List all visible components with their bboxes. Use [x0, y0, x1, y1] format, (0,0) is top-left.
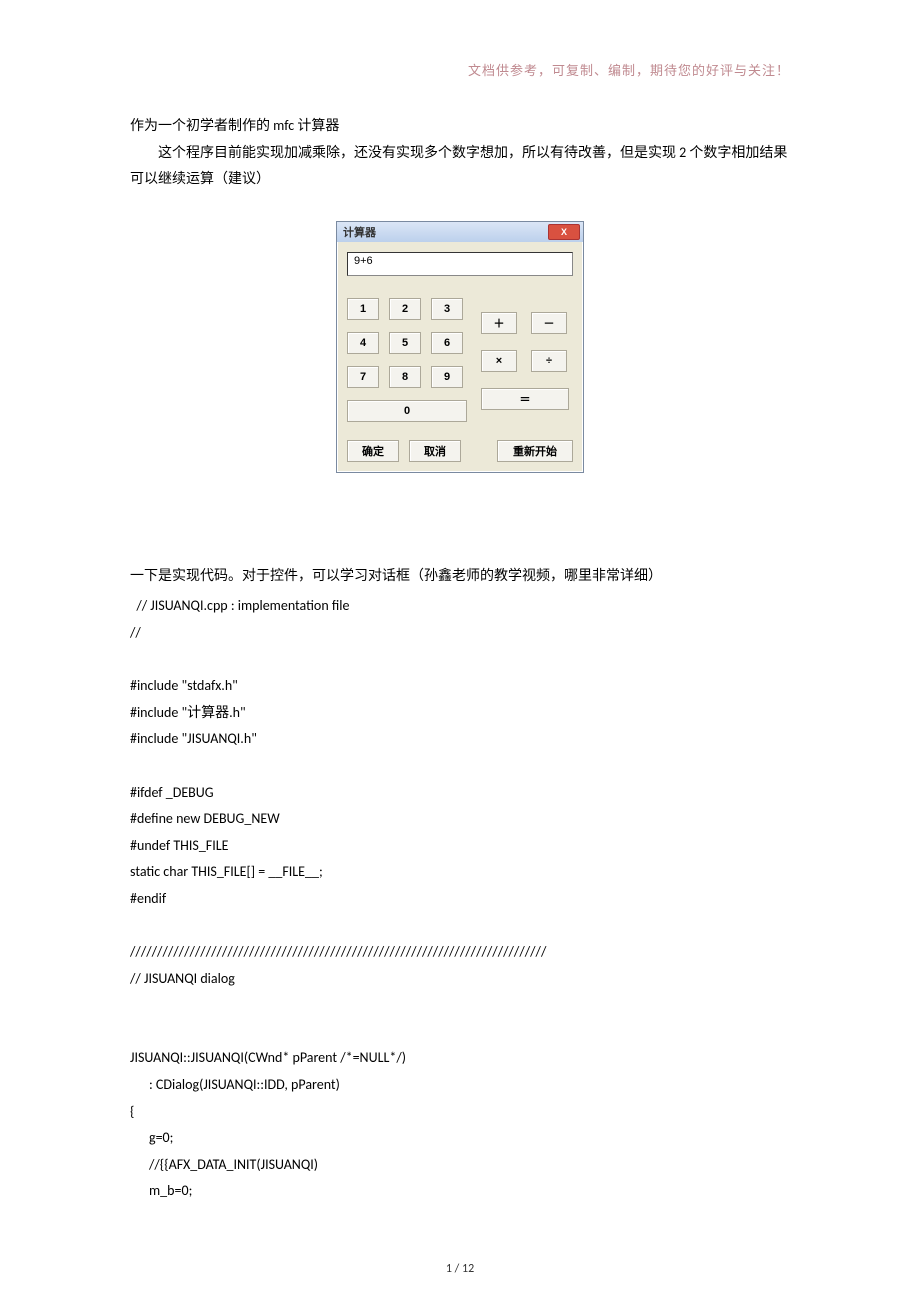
key-times[interactable]: × — [481, 350, 517, 372]
key-4[interactable]: 4 — [347, 332, 379, 354]
calculator-window: 计算器 X 9+6 1 2 3 4 5 6 7 8 9 0 — [336, 221, 584, 473]
key-5[interactable]: 5 — [389, 332, 421, 354]
key-2[interactable]: 2 — [389, 298, 421, 320]
intro-line-1: 作为一个初学者制作的 mfc 计算器 — [130, 113, 790, 140]
key-0[interactable]: 0 — [347, 400, 467, 422]
key-equals[interactable]: ＝ — [481, 388, 569, 410]
code-line: // JISUANQI dialog — [130, 970, 235, 987]
code-line: // — [130, 624, 141, 641]
code-line: #undef THIS_FILE — [130, 837, 228, 854]
code-line: static char THIS_FILE[] = __FILE__; — [130, 863, 323, 880]
code-line: ////////////////////////////////////////… — [130, 943, 546, 960]
close-icon[interactable]: X — [548, 224, 580, 240]
key-1[interactable]: 1 — [347, 298, 379, 320]
numpad: 1 2 3 4 5 6 7 8 9 0 — [347, 298, 463, 422]
code-line: //{{AFX_DATA_INIT(JISUANQI) — [130, 1156, 318, 1173]
code-line: JISUANQI::JISUANQI(CWnd* pParent /*=NULL… — [130, 1049, 406, 1066]
cancel-button[interactable]: 取消 — [409, 440, 461, 462]
key-8[interactable]: 8 — [389, 366, 421, 388]
code-line: #include "stdafx.h" — [130, 677, 238, 694]
key-plus[interactable]: ＋ — [481, 312, 517, 334]
code-line: #define new DEBUG_NEW — [130, 810, 280, 827]
code-line: g=0; — [130, 1129, 173, 1146]
code-line: // JISUANQI.cpp : implementation file — [130, 597, 349, 614]
header-note: 文档供参考，可复制、编制，期待您的好评与关注！ — [130, 60, 790, 79]
paragraph-code-intro: 一下是实现代码。对于控件，可以学习对话框（孙鑫老师的教学视频，哪里非常详细） — [130, 563, 790, 590]
key-9[interactable]: 9 — [431, 366, 463, 388]
ok-button[interactable]: 确定 — [347, 440, 399, 462]
restart-button[interactable]: 重新开始 — [497, 440, 573, 462]
intro-line-2: 这个程序目前能实现加减乘除，还没有实现多个数字想加，所以有待改善，但是实现 2 … — [130, 140, 790, 193]
key-7[interactable]: 7 — [347, 366, 379, 388]
code-line: m_b=0; — [130, 1182, 192, 1199]
code-line: #include "JISUANQI.h" — [130, 730, 257, 747]
calculator-screenshot: 计算器 X 9+6 1 2 3 4 5 6 7 8 9 0 — [130, 221, 790, 473]
key-minus[interactable]: － — [531, 312, 567, 334]
titlebar: 计算器 X — [337, 222, 583, 242]
code-block: // JISUANQI.cpp : implementation file //… — [130, 593, 790, 1205]
code-line: { — [130, 1103, 134, 1120]
key-6[interactable]: 6 — [431, 332, 463, 354]
code-line: #ifdef _DEBUG — [130, 784, 214, 801]
page-number: 1 / 12 — [0, 1262, 920, 1276]
display-field[interactable]: 9+6 — [347, 252, 573, 276]
code-line: #endif — [130, 890, 166, 907]
key-divide[interactable]: ÷ — [531, 350, 567, 372]
operator-pad: ＋ － × ÷ ＝ — [481, 312, 567, 422]
code-line: : CDialog(JISUANQI::IDD, pParent) — [130, 1076, 340, 1093]
window-title: 计算器 — [343, 224, 376, 240]
code-line: #include "计算器.h" — [130, 704, 246, 721]
key-3[interactable]: 3 — [431, 298, 463, 320]
